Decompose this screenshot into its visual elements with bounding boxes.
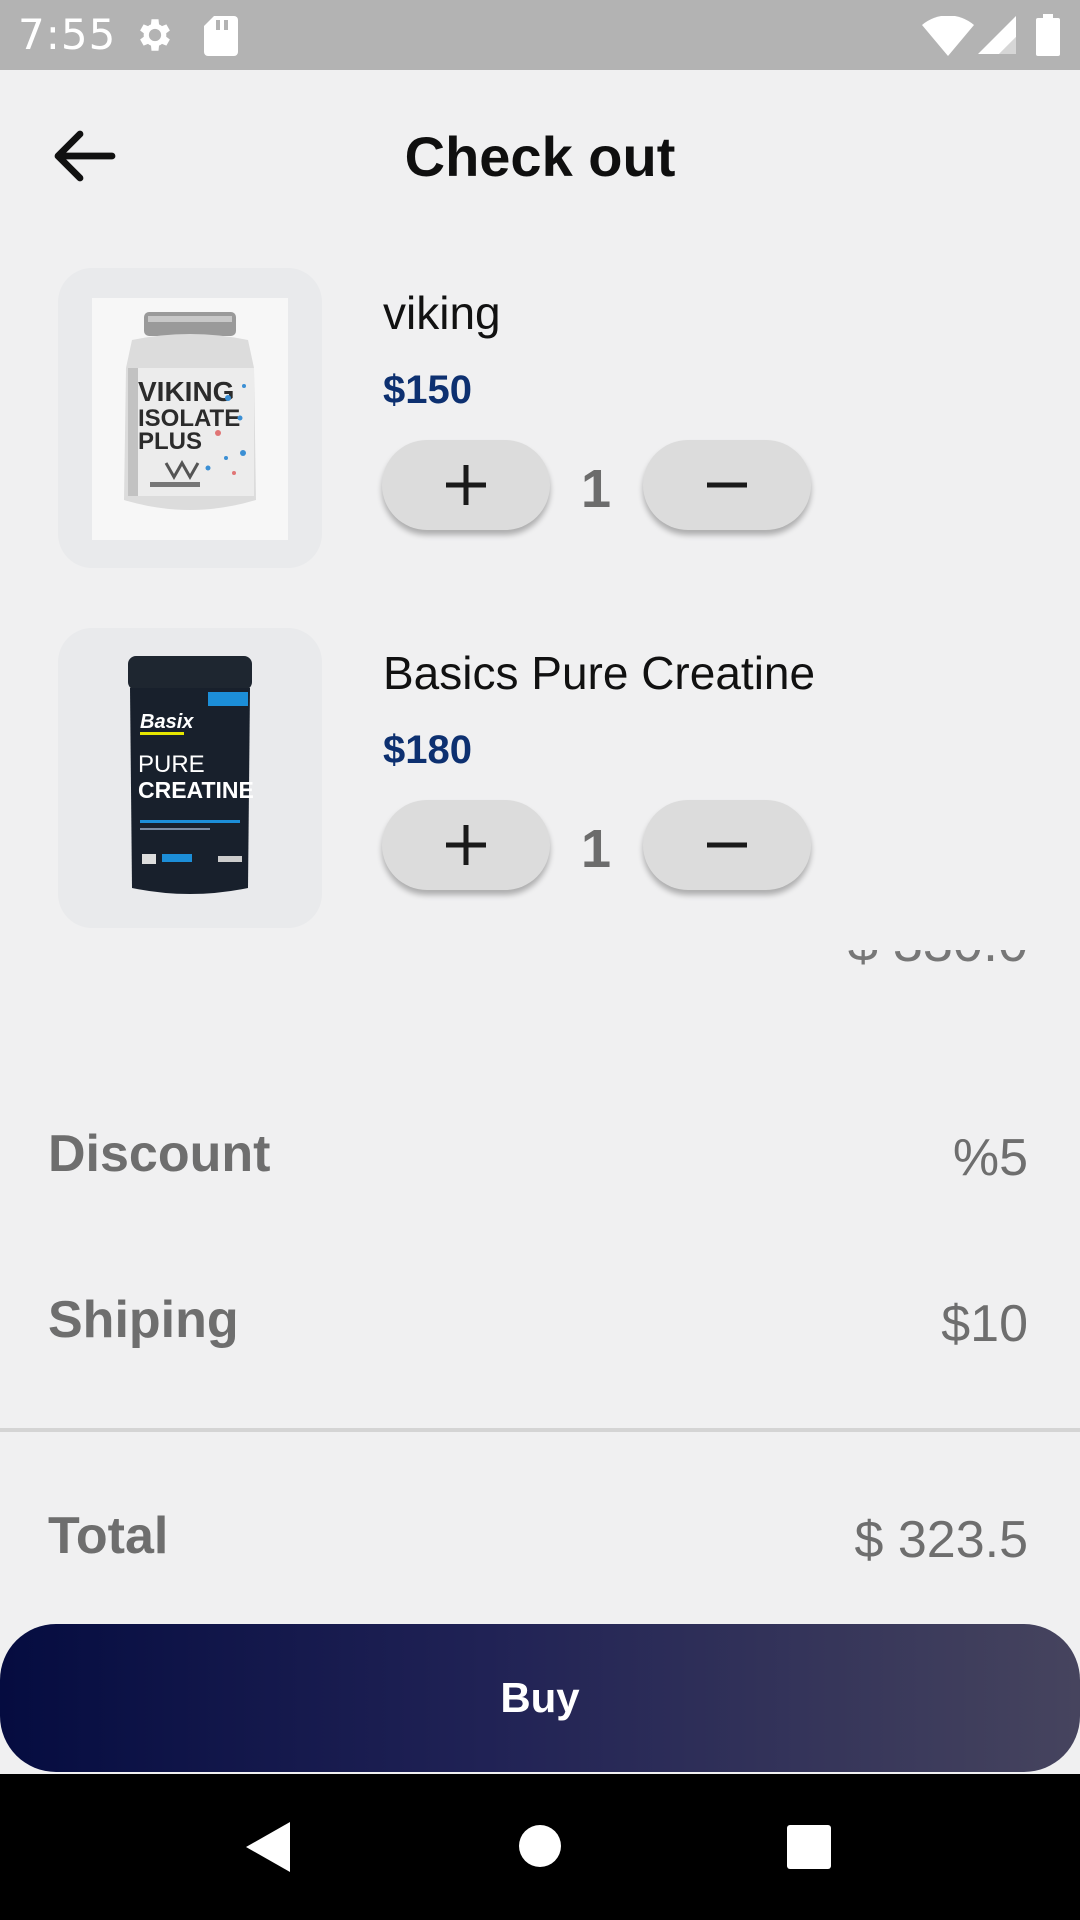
system-nav-bar: [0, 1774, 1080, 1920]
product-label-line3: PLUS: [138, 428, 202, 455]
product-label-line1: PURE: [138, 751, 205, 778]
product-image: Basix PURE CREATINE: [58, 628, 322, 928]
basix-creatine-tub-image: Basix PURE CREATINE: [128, 656, 254, 894]
product-label-line1: VIKING: [138, 376, 234, 407]
nav-back-icon[interactable]: [244, 1820, 292, 1874]
quantity-value: 1: [580, 459, 612, 519]
cart-item: VIKING ISOLATE PLUS viking $150 1: [0, 268, 1080, 568]
product-name: Basics Pure Creatine: [383, 647, 816, 699]
sd-card-icon: [204, 16, 238, 56]
total-value: $ 323.5: [854, 1511, 1029, 1569]
status-bar: 7:55: [0, 0, 1080, 70]
signal-icon: [978, 16, 1016, 54]
subtotal-value: $ 330.0: [848, 950, 1028, 974]
plus-icon: [446, 825, 486, 865]
viking-isolate-tub-image: VIKING ISOLATE PLUS: [92, 298, 288, 540]
page-title: Check out: [404, 125, 676, 188]
minus-icon: [707, 842, 747, 848]
gear-icon: [140, 19, 170, 51]
product-image: VIKING ISOLATE PLUS: [58, 268, 322, 568]
shipping-label: Shiping: [48, 1291, 239, 1349]
subtotal-row-clipped: $ 330.0: [0, 950, 1080, 1012]
product-name: viking: [383, 287, 501, 339]
discount-label: Discount: [48, 1125, 271, 1183]
cart-item: Basix PURE CREATINE Basics Pure Creatine…: [0, 628, 1080, 928]
shipping-value: $10: [941, 1295, 1028, 1353]
status-time: 7:55: [18, 10, 117, 59]
decrease-quantity-button[interactable]: [643, 440, 811, 530]
nav-recents-icon[interactable]: [786, 1824, 832, 1870]
buy-button[interactable]: Buy: [0, 1624, 1080, 1772]
product-label-line2: CREATINE: [138, 777, 254, 803]
increase-quantity-button[interactable]: [382, 440, 550, 530]
product-brand: Basix: [140, 711, 194, 733]
increase-quantity-button[interactable]: [382, 800, 550, 890]
quantity-value: 1: [580, 819, 612, 879]
product-price: $150: [383, 368, 472, 412]
nav-home-icon[interactable]: [518, 1824, 562, 1868]
discount-value: %5: [952, 1129, 1028, 1187]
decrease-quantity-button[interactable]: [643, 800, 811, 890]
minus-icon: [707, 482, 747, 488]
wifi-icon: [922, 16, 974, 56]
summary-divider: [0, 1428, 1080, 1432]
product-price: $180: [383, 728, 472, 772]
plus-icon: [446, 465, 486, 505]
total-label: Total: [48, 1507, 169, 1565]
battery-icon: [1036, 14, 1060, 56]
